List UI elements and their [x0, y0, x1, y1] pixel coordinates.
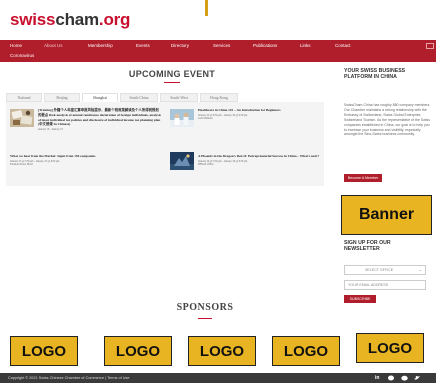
- site-footer: Copyright © 2021 Swiss Chinese Chamber o…: [0, 373, 436, 383]
- event-thumbnail-phoenix[interactable]: [170, 152, 194, 170]
- event-location: GoToWebinar: [198, 116, 213, 120]
- upcoming-event-title: UPCOMING EVENT: [128, 69, 216, 79]
- nav-coronavirus[interactable]: Coronavirus: [10, 53, 34, 58]
- become-member-button[interactable]: Become A Member: [344, 174, 382, 182]
- event-thumbnail-healthcare[interactable]: [170, 109, 194, 127]
- event-thumbnail-training[interactable]: [10, 109, 34, 127]
- event-item[interactable]: What we hear from the Market: Input from…: [10, 154, 160, 166]
- nav-publications[interactable]: Publications: [253, 43, 277, 48]
- site-logo[interactable]: swisscham.org: [10, 10, 130, 30]
- select-office-dropdown[interactable]: SELECT OFFICE ⌄: [344, 265, 426, 275]
- wechat-icon[interactable]: [388, 375, 395, 381]
- event-location: BFNAS Office: [198, 162, 214, 166]
- nav-membership[interactable]: Membership: [88, 43, 113, 48]
- email-field[interactable]: YOUR EMAIL ADDRESS: [344, 280, 426, 290]
- nav-contact[interactable]: Contact: [335, 43, 351, 48]
- event-location: Fairmont Peace Hotel: [10, 162, 33, 166]
- tab-south-china[interactable]: South China: [120, 93, 158, 102]
- decorative-gold-tab: [205, 0, 208, 16]
- event-tabs: National Beijing Shanghai South China So…: [6, 93, 324, 102]
- event-item[interactable]: A Phoenix in the Dragon's Den II: Entrep…: [198, 154, 322, 166]
- tab-south-west[interactable]: South-West: [160, 93, 198, 102]
- weibo-icon[interactable]: [401, 375, 408, 381]
- search-icon[interactable]: [426, 43, 434, 49]
- sidebar-heading: YOUR SWISS BUSINESS PLATFORM IN CHINA: [344, 68, 406, 80]
- tab-hong-kong[interactable]: Hong Kong: [200, 93, 238, 102]
- tab-shanghai[interactable]: Shanghai: [82, 93, 118, 102]
- sponsor-logo[interactable]: LOGO: [10, 336, 78, 366]
- sponsor-logo[interactable]: LOGO: [104, 336, 172, 366]
- chevron-down-icon: ⌄: [418, 267, 422, 272]
- event-title[interactable]: What we hear from the Market: Input from…: [10, 154, 160, 159]
- event-date: January 18 - January 18: [38, 128, 63, 132]
- newsletter-heading: SIGN UP FOR OUR NEWSLETTER: [344, 240, 391, 252]
- nav-events[interactable]: Events: [136, 43, 150, 48]
- sponsor-logo[interactable]: LOGO: [188, 336, 256, 366]
- sponsor-logo[interactable]: LOGO: [272, 336, 340, 366]
- tab-national[interactable]: National: [6, 93, 42, 102]
- nav-home[interactable]: Home: [10, 43, 22, 48]
- nav-links[interactable]: Links: [300, 43, 311, 48]
- subscribe-button[interactable]: SUBSCRIBE: [344, 295, 376, 303]
- sidebar-banner[interactable]: Banner: [341, 195, 432, 235]
- title-underline: [164, 82, 180, 83]
- twitter-icon[interactable]: [414, 375, 421, 381]
- event-title[interactable]: Healthcare in China 101 – An Introductio…: [198, 108, 322, 113]
- event-list-panel: [Training] 外籍个人年度汇算申报风险提示、最新个税政策解读及个人所得税…: [6, 102, 324, 186]
- logo-part-swiss: swiss: [10, 10, 56, 29]
- title-underline: [198, 318, 212, 319]
- event-item[interactable]: Healthcare in China 101 – An Introductio…: [198, 108, 322, 120]
- linkedin-icon[interactable]: in: [375, 375, 379, 381]
- nav-about-us[interactable]: About Us: [44, 43, 63, 48]
- sponsors-title: SPONSORS: [176, 302, 234, 313]
- logo-part-cham: cham: [55, 10, 99, 29]
- event-item[interactable]: [Training] 外籍个人年度汇算申报风险提示、最新个税政策解读及个人所得税…: [38, 108, 162, 131]
- sidebar-paragraph: SwissCham China has roughly 880 company …: [344, 103, 431, 137]
- tab-beijing[interactable]: Beijing: [44, 93, 80, 102]
- event-title[interactable]: [Training] 外籍个人年度汇算申报风险提示、最新个税政策解读及个人所得税…: [38, 108, 162, 127]
- sponsor-logo[interactable]: LOGO: [356, 333, 424, 363]
- nav-services[interactable]: Services: [213, 43, 230, 48]
- main-nav: Home About Us Membership Events Director…: [0, 40, 436, 62]
- logo-part-org: .org: [98, 10, 131, 29]
- select-office-label: SELECT OFFICE: [365, 268, 394, 272]
- nav-directory[interactable]: Directory: [171, 43, 189, 48]
- event-title[interactable]: A Phoenix in the Dragon's Den II: Entrep…: [198, 154, 322, 159]
- copyright-text[interactable]: Copyright © 2021 Swiss Chinese Chamber o…: [8, 376, 129, 380]
